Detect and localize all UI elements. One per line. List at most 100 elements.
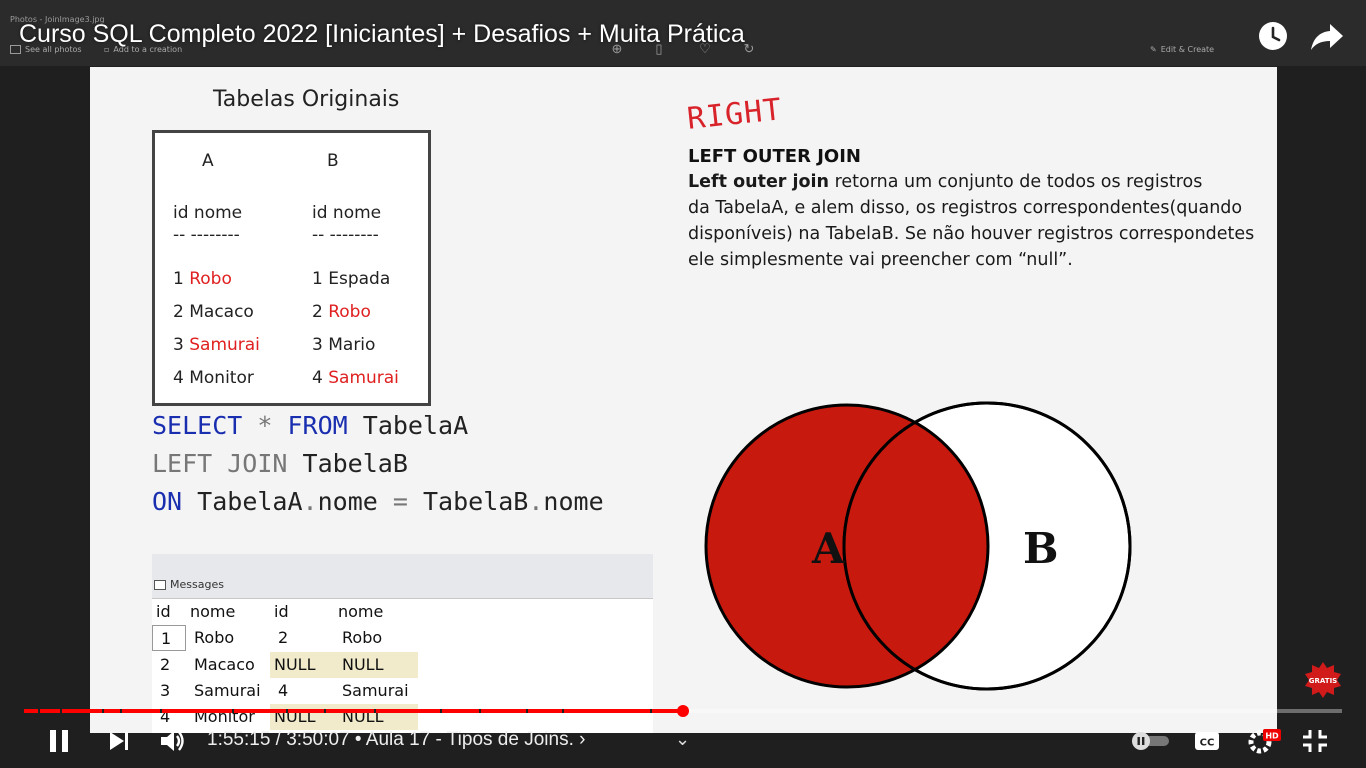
edit-icon: ✎ <box>1150 45 1157 54</box>
captions-icon: CC <box>1195 732 1219 750</box>
sql-line-2: LEFT JOIN TabelaB <box>152 449 408 478</box>
time-display: 1:55:15 / 3:50:07 <box>207 729 350 750</box>
svg-text:HD: HD <box>1265 732 1279 741</box>
grid-header-cell: nome <box>338 602 384 621</box>
chapter-marker <box>60 709 62 713</box>
grid-cell-null: NULL <box>270 652 334 678</box>
table-b-header: id nome <box>312 203 382 223</box>
table-b-divider: -- -------- <box>312 225 379 245</box>
grid-header-cell: nome <box>190 602 236 621</box>
gratis-badge-text: GRATIS <box>1309 677 1337 685</box>
description-line: disponíveis) na TabelaB. Se não houver r… <box>688 224 1255 244</box>
chapter-marker <box>286 709 288 713</box>
chapter-marker <box>562 709 564 713</box>
chapter-marker <box>160 709 162 713</box>
grid-cell: Samurai <box>342 681 409 700</box>
table-a-row: 3 Samurai <box>173 335 260 355</box>
description-line: Left outer join retorna um conjunto de t… <box>688 172 1203 192</box>
edit-create-label: Edit & Create <box>1160 45 1215 54</box>
messages-tab: Messages <box>154 578 224 591</box>
watch-later-icon[interactable] <box>1257 20 1289 52</box>
video-frame[interactable]: Photos - JoinImage3.jpg See all photos ▫… <box>0 0 1366 768</box>
description-line: da TabelaA, e alem disso, os registros c… <box>688 198 1243 218</box>
table-b-row: 1 Espada <box>312 269 391 289</box>
chevron-down-icon[interactable]: ⌄ <box>675 729 690 750</box>
venn-label-b: B <box>1023 524 1059 573</box>
table-b-row: 2 Robo <box>312 302 371 322</box>
autoplay-toggle[interactable] <box>1128 726 1172 756</box>
gear-icon: HD <box>1248 729 1281 754</box>
pause-icon <box>50 730 68 752</box>
next-icon <box>110 732 128 750</box>
exit-fullscreen-icon <box>1303 730 1327 752</box>
venn-label-a: A <box>811 524 846 573</box>
handwritten-note: RIGHT <box>685 92 784 137</box>
captions-button[interactable]: CC <box>1192 726 1222 756</box>
share-icon[interactable] <box>1309 20 1345 52</box>
chapter-marker <box>232 709 234 713</box>
table-a-row: 2 Macaco <box>173 302 254 322</box>
chapter-marker <box>102 709 104 713</box>
join-title: LEFT OUTER JOIN <box>688 146 861 167</box>
table-a-header: id nome <box>173 203 243 223</box>
gratis-badge[interactable]: GRATIS <box>1305 662 1341 698</box>
grid-cell-null: NULL <box>334 704 418 730</box>
grid-cell: 3 <box>160 681 171 700</box>
chapter-marker <box>440 709 442 713</box>
messages-icon <box>154 579 166 590</box>
grid-cell-null: NULL <box>270 704 334 730</box>
result-grid: Messages id nome id nome 1 Robo 2 Robo 2… <box>152 554 653 733</box>
exit-fullscreen-button[interactable] <box>1300 726 1330 756</box>
tables-title: Tabelas Originais <box>213 87 400 112</box>
chapter-marker <box>374 709 376 713</box>
grid-cell: Robo <box>194 628 235 647</box>
grid-cell: Robo <box>342 628 383 647</box>
progress-fill <box>24 709 683 713</box>
table-b-heading: B <box>327 151 339 171</box>
table-a-row: 1 Robo <box>173 269 232 289</box>
table-b-row: 4 Samurai <box>312 368 399 388</box>
time-and-chapter[interactable]: 1:55:15 / 3:50:07 • Aula 17 - Tipos de J… <box>207 729 585 751</box>
scrubber-handle[interactable] <box>677 705 689 717</box>
chapter-marker <box>120 709 122 713</box>
venn-diagram: A B <box>704 401 1132 691</box>
original-tables-box: A B id nome id nome -- -------- -- -----… <box>152 130 431 406</box>
grid-cell-null: NULL <box>334 652 418 678</box>
grid-header-cell: id <box>156 602 171 621</box>
chapter-marker <box>324 709 326 713</box>
edit-create: ✎ Edit & Create <box>1150 45 1214 54</box>
grid-cell: Monitor <box>194 707 255 726</box>
table-a-heading: A <box>202 151 214 171</box>
chapter-marker <box>38 709 40 713</box>
table-a-divider: -- -------- <box>173 225 240 245</box>
next-button[interactable] <box>104 726 134 756</box>
video-title[interactable]: Curso SQL Completo 2022 [Iniciantes] + D… <box>19 20 745 49</box>
pause-button[interactable] <box>44 726 74 756</box>
chapter-marker <box>526 709 528 713</box>
volume-button[interactable] <box>158 726 188 756</box>
autoplay-icon <box>1132 732 1169 750</box>
volume-icon <box>161 731 184 751</box>
chapter-arrow-icon: › <box>579 729 586 750</box>
grid-cell: Macaco <box>194 655 255 674</box>
grid-cell: 4 <box>278 681 289 700</box>
slide: Tabelas Originais A B id nome id nome --… <box>90 67 1277 733</box>
settings-button[interactable]: HD <box>1244 726 1284 756</box>
grid-cell: Samurai <box>194 681 261 700</box>
sql-line-3: ON TabelaA.nome = TabelaB.nome <box>152 487 604 516</box>
svg-text:CC: CC <box>1200 738 1215 749</box>
sql-line-1: SELECT * FROM TabelaA <box>152 411 469 440</box>
description-line: ele simplesmente vai preencher com “null… <box>688 250 1073 270</box>
progress-bar[interactable] <box>24 705 1342 717</box>
grid-header-cell: id <box>274 602 289 621</box>
result-grid-header: Messages <box>152 554 653 599</box>
grid-cell: 2 <box>160 655 171 674</box>
table-b-row: 3 Mario <box>312 335 376 355</box>
chapter-title: • Aula 17 - Tipos de Joins. <box>354 729 574 750</box>
table-a-row: 4 Monitor <box>173 368 254 388</box>
grid-cell: 1 <box>152 625 186 651</box>
grid-cell: 2 <box>278 628 289 647</box>
chapter-marker <box>650 709 652 713</box>
chapter-marker <box>479 709 481 713</box>
messages-tab-label: Messages <box>170 578 224 591</box>
